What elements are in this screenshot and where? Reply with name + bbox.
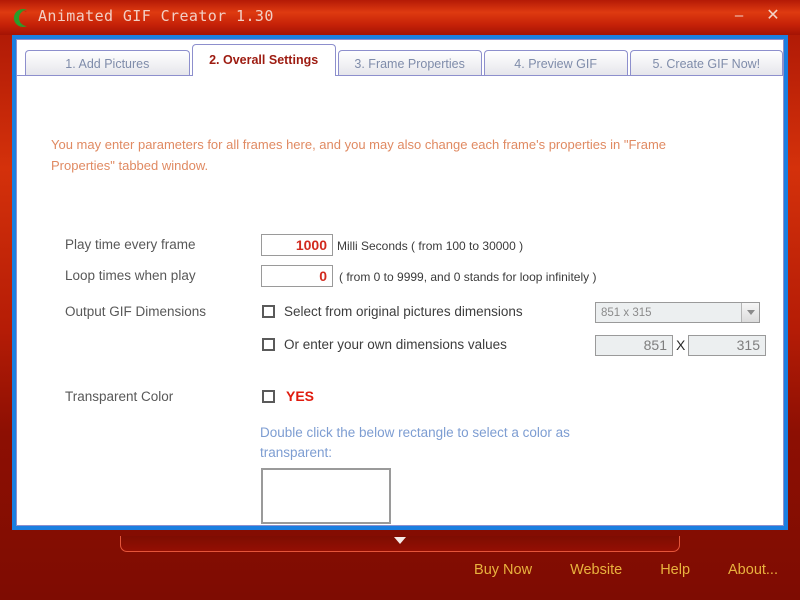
website-link[interactable]: Website: [570, 562, 622, 578]
transparent-color-label: Transparent Color: [65, 389, 174, 404]
custom-dimensions-checkbox-row[interactable]: Or enter your own dimensions values: [262, 337, 507, 352]
intro-text: You may enter parameters for all frames …: [51, 137, 667, 173]
application-window: Animated GIF Creator 1.30 – ✕ 1. Add Pic…: [0, 0, 800, 600]
tab-preview-gif[interactable]: 4. Preview GIF: [483, 50, 628, 76]
tab-overall-settings[interactable]: 2. Overall Settings: [191, 44, 336, 76]
use-original-dimensions-checkbox[interactable]: [262, 305, 275, 318]
footer-links: Buy Now Website Help About...: [474, 562, 778, 578]
custom-dimensions-checkbox[interactable]: [262, 338, 275, 351]
help-link[interactable]: Help: [660, 562, 690, 578]
tab-add-pictures[interactable]: 1. Add Pictures: [25, 50, 190, 76]
bottom-panel: [120, 536, 680, 552]
original-dimensions-select-value: 851 x 315: [601, 306, 652, 319]
transparent-color-checkbox-row[interactable]: YES: [262, 388, 314, 404]
transparent-color-note: Double click the below rectangle to sele…: [260, 425, 570, 460]
output-dimensions-label: Output GIF Dimensions: [65, 304, 207, 319]
tab-create-gif-now[interactable]: 5. Create GIF Now!: [629, 50, 784, 76]
content-frame: 1. Add Pictures 2. Overall Settings 3. F…: [12, 35, 788, 530]
transparent-color-checkbox[interactable]: [262, 389, 275, 403]
custom-width-input[interactable]: 851: [595, 335, 673, 356]
loop-times-hint: ( from 0 to 9999, and 0 stands for loop …: [339, 270, 597, 284]
window-title: Animated GIF Creator 1.30: [38, 7, 274, 25]
use-original-dimensions-label: Select from original pictures dimensions: [284, 304, 523, 319]
buy-now-link[interactable]: Buy Now: [474, 562, 532, 578]
use-original-dimensions-checkbox-row[interactable]: Select from original pictures dimensions: [262, 304, 523, 319]
play-time-hint: Milli Seconds ( from 100 to 30000 ): [337, 239, 524, 253]
play-time-input[interactable]: 1000: [261, 234, 333, 256]
minimize-button[interactable]: –: [728, 6, 750, 26]
caret-down-icon: [394, 537, 406, 544]
crescent-logo-icon: [13, 9, 27, 27]
dimensions-separator: X: [676, 337, 686, 353]
tab-frame-properties[interactable]: 3. Frame Properties: [337, 50, 482, 76]
chevron-down-icon[interactable]: [741, 303, 759, 322]
loop-times-label: Loop times when play: [65, 268, 196, 283]
original-dimensions-select[interactable]: 851 x 315: [595, 302, 760, 323]
overall-settings-panel: You may enter parameters for all frames …: [17, 75, 783, 525]
custom-dimensions-label: Or enter your own dimensions values: [284, 337, 507, 352]
tab-strip: 1. Add Pictures 2. Overall Settings 3. F…: [17, 40, 784, 76]
content-panel: 1. Add Pictures 2. Overall Settings 3. F…: [16, 39, 784, 526]
transparent-color-yes-label: YES: [286, 388, 315, 404]
about-link[interactable]: About...: [728, 562, 778, 578]
play-time-label: Play time every frame: [65, 237, 196, 252]
custom-height-input[interactable]: 315: [688, 335, 766, 356]
loop-times-input[interactable]: 0: [261, 265, 333, 287]
close-button[interactable]: ✕: [762, 6, 784, 26]
transparent-color-swatch[interactable]: [261, 468, 391, 524]
title-bar: Animated GIF Creator 1.30 – ✕: [0, 0, 800, 35]
